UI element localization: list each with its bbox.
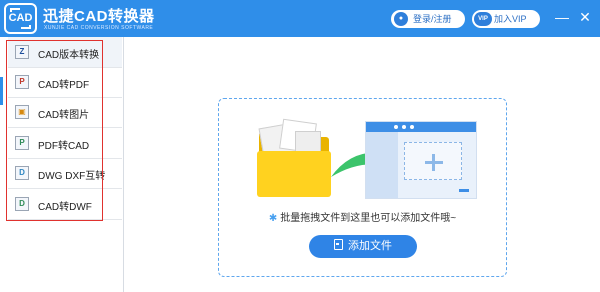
highlight-box	[6, 40, 103, 221]
add-file-label: 添加文件	[348, 240, 392, 252]
close-button[interactable]: ✕	[576, 8, 594, 26]
minimize-button[interactable]: —	[553, 8, 571, 26]
app-window-illustration	[365, 121, 477, 199]
app-title: 迅捷CAD转换器	[43, 8, 155, 25]
vip-label: 加入VIP	[494, 14, 527, 24]
login-button[interactable]: ● 登录/注册	[391, 10, 465, 28]
app-subtitle: XUNJIE CAD CONVERSION SOFTWARE	[44, 25, 154, 31]
plus-icon	[432, 154, 435, 171]
app-logo: CAD	[4, 3, 37, 34]
logo-text: CAD	[8, 12, 33, 24]
drag-hint-text: 批量拖拽文件到这里也可以添加文件哦~	[280, 213, 457, 224]
vip-icon: VIP	[474, 12, 492, 26]
join-vip-button[interactable]: VIP 加入VIP	[472, 10, 540, 28]
title-bar: CAD 迅捷CAD转换器 XUNJIE CAD CONVERSION SOFTW…	[0, 0, 600, 37]
folder-icon	[257, 151, 331, 197]
file-add-icon	[334, 239, 343, 250]
login-label: 登录/注册	[413, 14, 452, 24]
add-file-button[interactable]: 添加文件	[309, 235, 417, 258]
lightbulb-icon: ✱	[268, 213, 278, 224]
add-placeholder	[404, 142, 462, 180]
file-drop-zone[interactable]: ✱ 批量拖拽文件到这里也可以添加文件哦~ 添加文件	[218, 98, 507, 277]
logo-arrow-icon	[21, 25, 31, 29]
drag-hint: ✱ 批量拖拽文件到这里也可以添加文件哦~	[219, 209, 506, 224]
user-icon: ●	[394, 12, 408, 26]
active-indicator	[0, 77, 3, 105]
